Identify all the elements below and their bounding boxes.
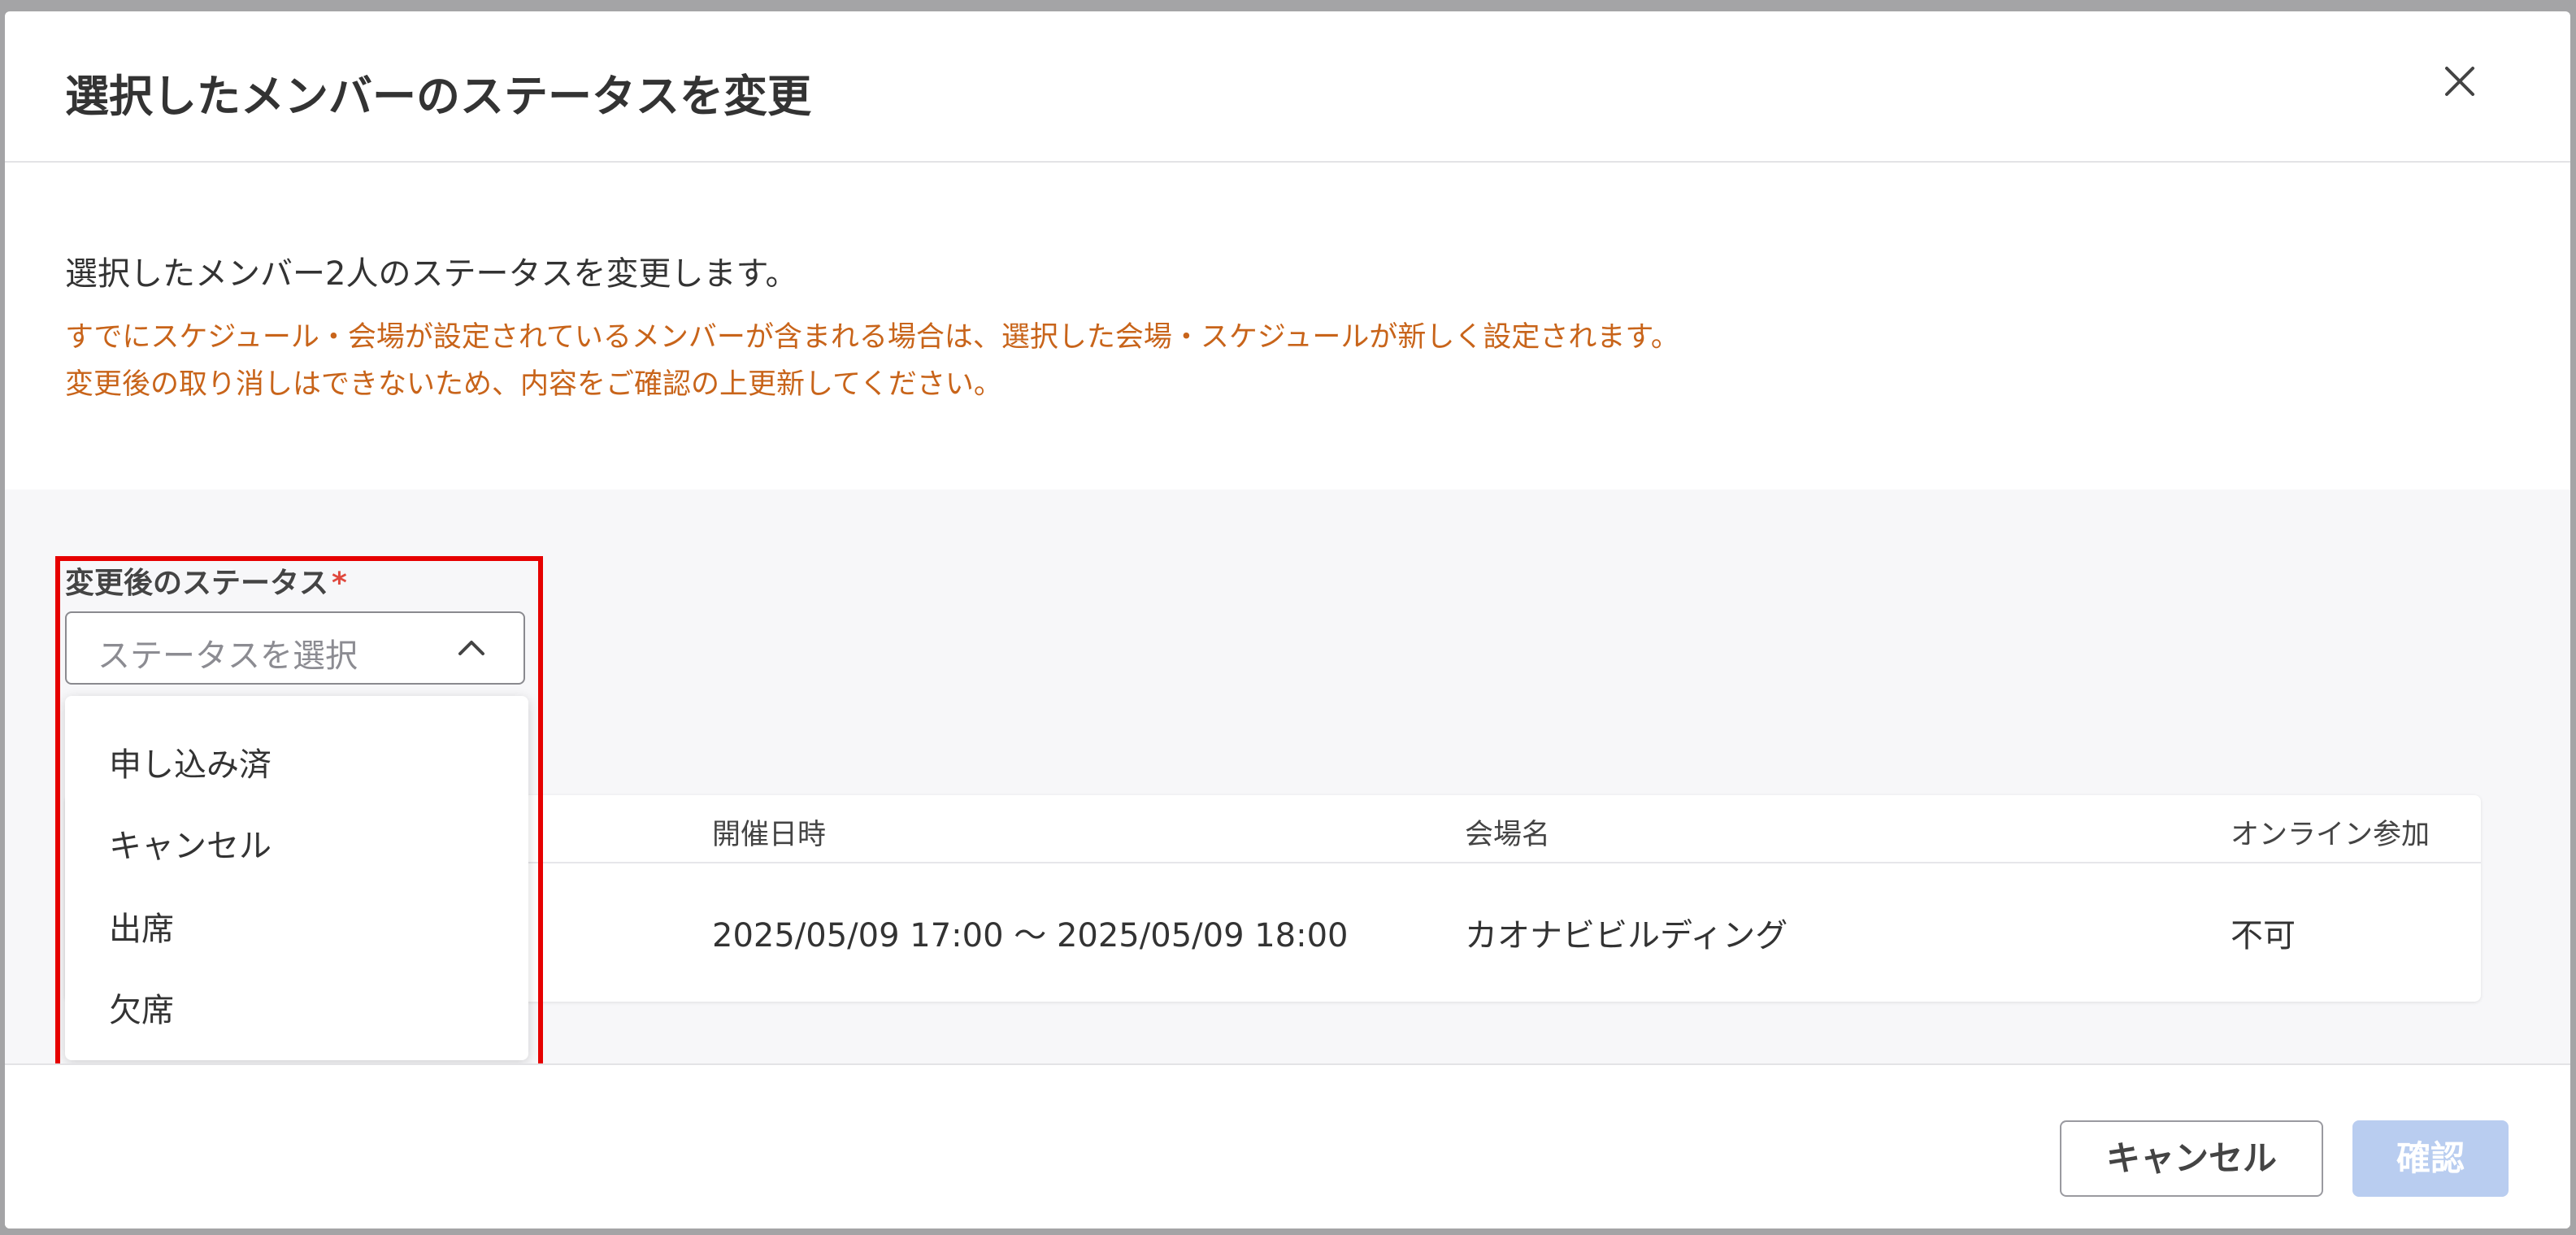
status-field-label: 変更後のステータス * — [65, 559, 347, 602]
intro-text: 選択したメンバー2人のステータスを変更します。 — [65, 255, 798, 293]
close-icon — [2445, 67, 2474, 96]
modal-footer: キャンセル 確認 — [5, 1063, 2570, 1228]
close-button[interactable] — [2435, 57, 2484, 106]
column-header-datetime: 開催日時 — [712, 819, 827, 851]
column-header-online: オンライン参加 — [2231, 819, 2430, 851]
confirm-button[interactable]: 確認 — [2352, 1120, 2509, 1197]
column-header-venue: 会場名 — [1465, 819, 1551, 851]
cancel-button[interactable]: キャンセル — [2060, 1120, 2323, 1197]
cell-online: 不可 — [2231, 917, 2296, 955]
chevron-up-icon — [458, 641, 484, 655]
warning-text-line-1: すでにスケジュール・会場が設定されているメンバーが含まれる場合は、選択した会場・… — [65, 321, 1679, 354]
status-dropdown-menu: 申し込み済 キャンセル 出席 欠席 — [65, 696, 528, 1060]
option-applied[interactable]: 申し込み済 — [109, 738, 272, 785]
status-select-placeholder: ステータスを選択 — [98, 637, 358, 675]
modal-header: 選択したメンバーのステータスを変更 — [5, 11, 2570, 163]
status-field-label-text: 変更後のステータス — [65, 567, 329, 600]
option-attended[interactable]: 出席 — [109, 902, 174, 950]
status-select[interactable]: ステータスを選択 — [65, 611, 525, 685]
option-cancel[interactable]: キャンセル — [109, 820, 272, 867]
warning-text-line-2: 変更後の取り消しはできないため、内容をご確認の上更新してください。 — [65, 368, 1002, 401]
cell-datetime: 2025/05/09 17:00 〜 2025/05/09 18:00 — [712, 917, 1349, 955]
option-absent[interactable]: 欠席 — [109, 984, 174, 1031]
required-mark: * — [332, 567, 347, 600]
modal-title: 選択したメンバーのステータスを変更 — [65, 71, 811, 122]
cell-venue: カオナビビルディング — [1465, 917, 1788, 955]
status-change-modal: 選択したメンバーのステータスを変更 選択したメンバー2人のステータスを変更します… — [5, 11, 2570, 1228]
